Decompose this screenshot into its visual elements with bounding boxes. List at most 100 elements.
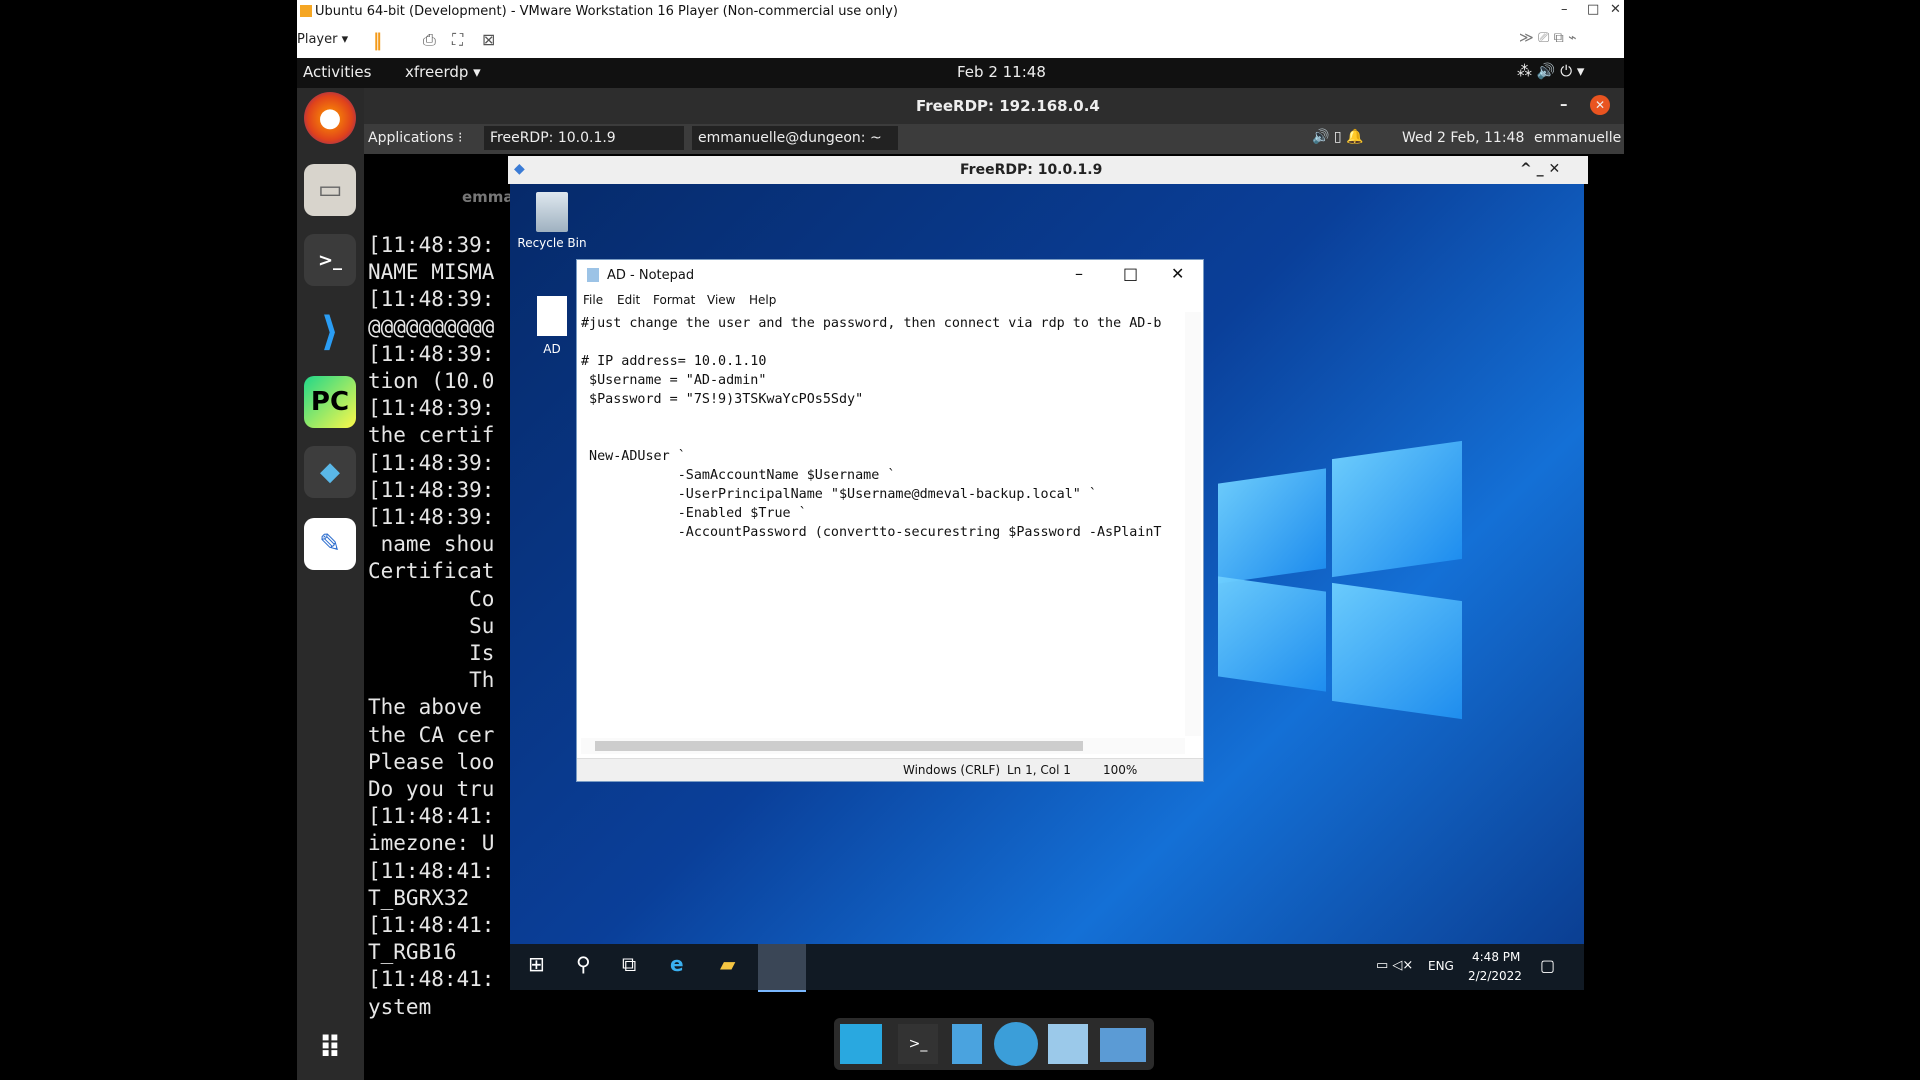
xfce-panel: Applications ⁝ FreeRDP: 10.0.1.9 emmanue… [364, 124, 1624, 154]
terminal-line: Su [368, 613, 495, 638]
close-button[interactable]: ✕ [1610, 2, 1621, 17]
terminal-line: [11:48:41: [368, 913, 495, 938]
notepad-task-icon[interactable] [758, 944, 806, 992]
menu-edit[interactable]: Edit [617, 293, 640, 307]
file-manager-icon[interactable] [952, 1024, 982, 1064]
horizontal-scrollbar[interactable] [581, 738, 1185, 754]
language-indicator[interactable]: ENG [1428, 959, 1454, 973]
terminal-line: imezone: U [368, 831, 495, 856]
send-keys-icon[interactable]: ⎙ [423, 30, 436, 50]
firefox-icon[interactable]: ● [304, 92, 356, 144]
notification-icon[interactable]: ▢ [1540, 956, 1555, 975]
show-apps-icon[interactable]: ⠿ [304, 1022, 356, 1074]
desktop-file-label: AD [543, 342, 561, 356]
windows-taskbar: ⊞ ⚲ ⧉ e ▰ ▭ ◁× ENG 4:48 PM 2/2/2022 ▢ [510, 944, 1584, 992]
notepad-editor[interactable]: #just change the user and the password, … [581, 314, 1185, 734]
maximize-button[interactable]: □ [1587, 2, 1599, 17]
recycle-bin-label: Recycle Bin [517, 236, 587, 250]
system-tray-icons[interactable]: ⁂ 🔊 ⏻ ▾ [1517, 62, 1584, 80]
notepad-menubar: File Edit Format View Help [577, 290, 1203, 310]
vertical-scrollbar[interactable] [1185, 312, 1201, 736]
terminal-line: ystem [368, 994, 432, 1019]
player-menu[interactable]: Player ▾ [297, 32, 348, 47]
minimize-button[interactable]: – [1561, 2, 1568, 17]
terminal-line: Is [368, 641, 495, 666]
freerdp-inner-titlebar: ◆ FreeRDP: 10.0.1.9 ^ _ ✕ [508, 156, 1588, 184]
gnome-clock[interactable]: Feb 2 11:48 [957, 63, 1046, 81]
device-icons[interactable]: ≫ ⎚ ⧉ ⌁ [1519, 30, 1577, 46]
close-button[interactable]: ✕ [1590, 95, 1610, 115]
terminal-icon[interactable]: >_ [304, 234, 356, 286]
windows-logo-pane [1332, 440, 1462, 578]
internet-explorer-icon[interactable]: e [670, 952, 684, 976]
terminal-line: The above [368, 695, 495, 720]
vscode-icon[interactable]: ⟩ [304, 306, 356, 358]
app-finder-icon[interactable] [1048, 1024, 1088, 1064]
terminal-line: Certificat [368, 559, 495, 584]
menu-view[interactable]: View [707, 293, 735, 307]
app-menu-label: xfreerdp [405, 63, 469, 81]
freerdp-outer-title: FreeRDP: 192.168.0.4 [916, 97, 1100, 115]
start-icon[interactable]: ⊞ [528, 952, 545, 976]
remmina-icon[interactable]: ◆ [304, 446, 356, 498]
text-editor-icon[interactable]: ✎ [304, 518, 356, 570]
task-terminal[interactable]: emmanuelle@dungeon: ~ [692, 126, 898, 150]
web-browser-icon[interactable] [994, 1022, 1038, 1066]
terminal-line: [11:48:39: [368, 341, 495, 366]
maximize-button[interactable]: □ [1123, 264, 1138, 283]
activities-button[interactable]: Activities [303, 63, 371, 81]
show-desktop-icon[interactable] [840, 1024, 882, 1064]
notepad-window: AD - Notepad – □ ✕ File Edit Format View… [576, 259, 1204, 782]
notepad-icon [587, 268, 599, 282]
fullscreen-icon[interactable]: ⛶ [452, 30, 463, 50]
minimize-button[interactable]: – [1560, 95, 1568, 113]
terminal-line: T_BGRX32 [368, 885, 470, 910]
vmware-titlebar: Ubuntu 64-bit (Development) - VMware Wor… [297, 0, 1624, 24]
files-icon[interactable]: ▭ [304, 164, 356, 216]
xfce-user[interactable]: emmanuelle [1534, 130, 1621, 146]
inner-window-controls[interactable]: ^ _ ✕ [1520, 161, 1560, 177]
unity-icon[interactable]: ⊠ [482, 30, 495, 49]
menu-format[interactable]: Format [653, 293, 695, 307]
terminal-line: tion (10.0 [368, 369, 495, 394]
file-explorer-icon[interactable]: ▰ [720, 952, 735, 976]
task-freerdp[interactable]: FreeRDP: 10.0.1.9 [484, 126, 684, 150]
terminal-line: [11:48:39: [368, 287, 495, 312]
recycle-bin[interactable]: Recycle Bin [516, 192, 588, 250]
taskbar-date[interactable]: 2/2/2022 [1468, 969, 1522, 983]
status-position: Ln 1, Col 1 [1007, 763, 1071, 777]
pycharm-icon[interactable]: PC [304, 376, 356, 428]
desktop-file-ad[interactable]: AD [528, 296, 576, 356]
taskbar-time[interactable]: 4:48 PM [1472, 950, 1520, 964]
terminal-line: NAME MISMA [368, 260, 495, 285]
windows-logo-pane [1218, 576, 1326, 692]
minimize-button[interactable]: – [1075, 264, 1083, 283]
applications-label: Applications [368, 130, 454, 146]
status-encoding: Windows (CRLF) [903, 763, 1001, 777]
close-button[interactable]: ✕ [1171, 264, 1184, 283]
vmware-logo-icon [300, 5, 312, 17]
terminal-line: [11:48:39: [368, 477, 495, 502]
task-freerdp-label: FreeRDP: 10.0.1.9 [490, 130, 616, 146]
ubuntu-dock: ● ▭ >_ ⟩ PC ◆ ✎ ⠿ [297, 88, 364, 1080]
horizontal-scrollbar-thumb[interactable] [595, 741, 1083, 751]
folder-icon[interactable] [1100, 1028, 1146, 1062]
terminal-launcher-icon[interactable]: >_ [898, 1024, 938, 1064]
terminal-tab[interactable]: emma [462, 188, 514, 206]
terminal-line: Do you tru [368, 777, 495, 802]
terminal-line: the certif [368, 423, 495, 448]
task-view-icon[interactable]: ⧉ [622, 952, 636, 976]
network-icon[interactable]: ▭ ◁× [1376, 958, 1413, 973]
menu-help[interactable]: Help [749, 293, 776, 307]
terminal-line: @@@@@@@@@@ [368, 314, 495, 339]
search-icon[interactable]: ⚲ [576, 952, 591, 976]
terminal-line: [11:48:39: [368, 450, 495, 475]
applications-menu[interactable]: Applications ⁝ [368, 130, 462, 146]
pause-icon[interactable]: ‖ [373, 30, 382, 51]
tray-icons[interactable]: 🔊 ▯ 🔔 [1312, 129, 1363, 145]
menu-file[interactable]: File [583, 293, 603, 307]
app-menu[interactable]: xfreerdp ▾ [405, 63, 481, 81]
windows-logo-pane [1218, 468, 1326, 584]
notepad-titlebar: AD - Notepad – □ ✕ [577, 260, 1203, 290]
xfce-clock[interactable]: Wed 2 Feb, 11:48 [1402, 130, 1524, 146]
